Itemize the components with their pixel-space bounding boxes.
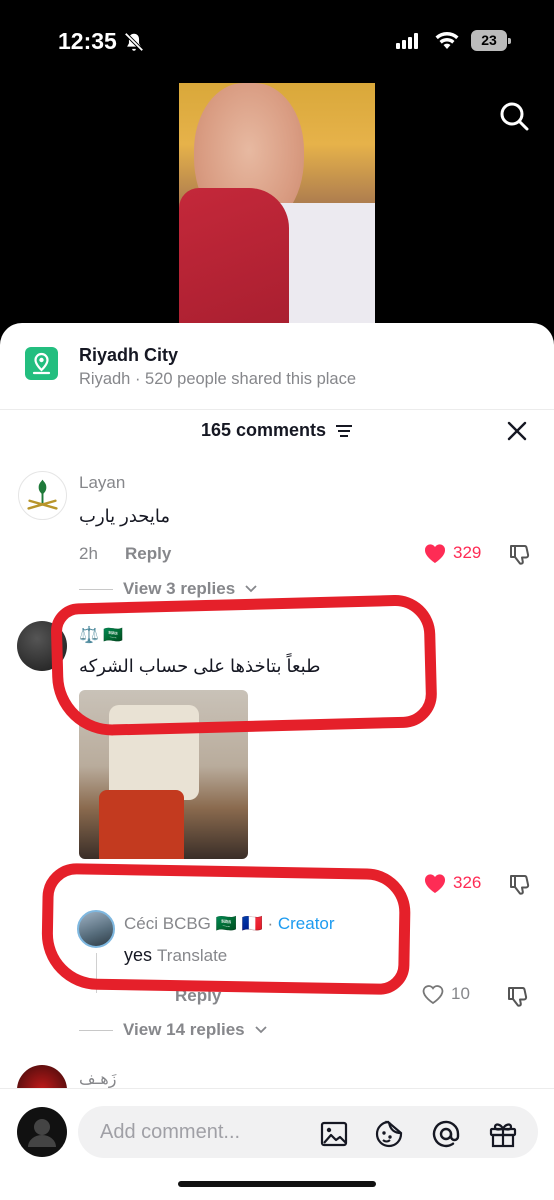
chevron-down-icon: [245, 585, 257, 593]
comment-input[interactable]: [78, 1106, 538, 1158]
comments-count-label: 165 comments: [200, 420, 327, 440]
search-icon[interactable]: [498, 100, 530, 132]
view-replies-label: View 3 replies: [123, 579, 236, 598]
comments-count[interactable]: 165 comments: [0, 420, 554, 441]
location-subtitle: Riyadh · 520 people shared this place: [79, 370, 357, 388]
red-annotation-circle: [50, 593, 438, 738]
heart-outline-icon: [422, 985, 444, 1005]
wifi-icon: [435, 32, 459, 49]
battery-indicator: 23: [471, 30, 511, 51]
avatar[interactable]: [18, 471, 67, 520]
view-replies-button[interactable]: View 3 replies: [79, 579, 257, 599]
thumbs-down-icon[interactable]: [508, 542, 532, 566]
heart-filled-icon: [424, 544, 446, 563]
close-icon[interactable]: [505, 419, 529, 443]
comments-sheet: Riyadh City Riyadh · 520 people shared t…: [0, 323, 554, 1200]
comment-username[interactable]: زَهـف: [79, 1069, 116, 1089]
location-pin-icon: [25, 347, 58, 380]
comment-text: مايحدر يارب: [79, 506, 171, 526]
location-title: Riyadh City: [79, 345, 179, 365]
view-replies-label: View 14 replies: [123, 1020, 245, 1039]
like-count: 329: [453, 543, 482, 562]
like-button[interactable]: 329: [423, 542, 481, 564]
emblem-icon: [27, 479, 58, 510]
location-banner[interactable]: Riyadh City Riyadh · 520 people shared t…: [25, 345, 545, 397]
thumbs-down-icon[interactable]: [506, 984, 530, 1008]
chevron-down-icon: [254, 1026, 267, 1034]
divider: [0, 409, 554, 410]
user-icon: [28, 1119, 56, 1147]
status-time: 12:35: [58, 28, 117, 54]
like-button[interactable]: 10: [421, 983, 470, 1005]
filter-icon[interactable]: [335, 424, 353, 438]
image-icon[interactable]: [319, 1119, 349, 1149]
heart-filled-icon: [424, 874, 446, 893]
sticker-icon[interactable]: [374, 1119, 404, 1149]
view-replies-button[interactable]: View 14 replies: [79, 1020, 267, 1040]
bell-muted-icon: [124, 32, 144, 52]
home-indicator[interactable]: [178, 1181, 376, 1187]
thumbs-down-icon[interactable]: [508, 872, 532, 896]
video-preview[interactable]: [179, 83, 375, 328]
like-count: 10: [451, 984, 470, 1003]
reply-button[interactable]: Reply: [125, 544, 171, 564]
comment-username[interactable]: Layan: [79, 473, 125, 493]
my-avatar[interactable]: [17, 1107, 67, 1157]
gift-icon[interactable]: [488, 1119, 518, 1149]
like-button[interactable]: 326: [423, 872, 481, 894]
red-annotation-circle: [40, 862, 412, 996]
signal-icon: [396, 33, 418, 49]
mention-icon[interactable]: [431, 1119, 461, 1149]
status-bar: 12:35 23: [0, 0, 554, 80]
like-count: 326: [453, 873, 482, 892]
comment-time: 2h: [79, 544, 98, 563]
